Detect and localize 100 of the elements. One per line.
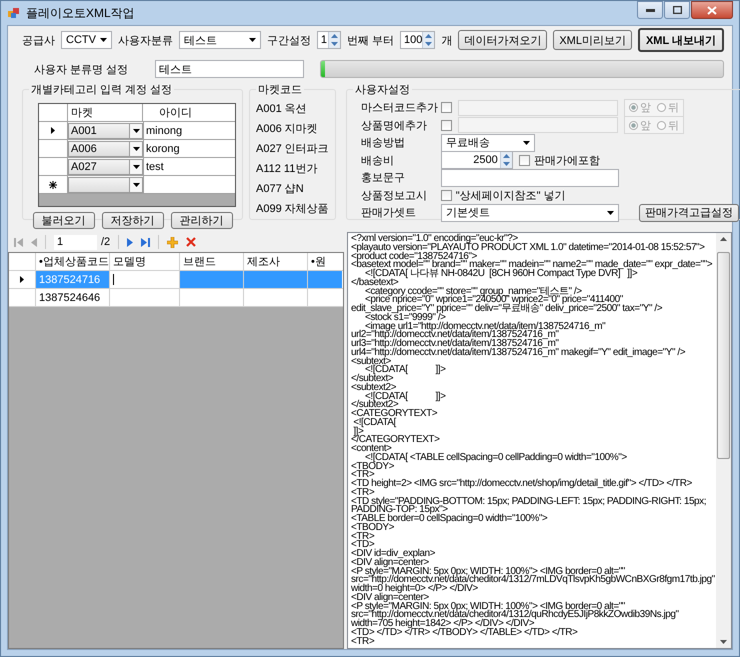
app-icon	[7, 6, 21, 20]
xml-line: <content>	[351, 445, 392, 454]
add-icon[interactable]	[167, 236, 178, 248]
toolbar-button[interactable]: XML 내보내기	[638, 28, 724, 52]
checkbox[interactable]	[440, 102, 452, 113]
caret-icon	[606, 210, 614, 214]
caret-icon	[132, 146, 140, 150]
first-icon[interactable]	[14, 238, 23, 246]
xml-line: src="http://domecctv.net/data/cheditor4/1312/7mLDVqTlsvpKh5gbWCnBXGr8fgm17tb.jpg"	[351, 576, 716, 585]
table-cell[interactable]: minong	[144, 122, 216, 139]
caret-icon	[522, 140, 530, 144]
setting-label: 상품정보고시	[360, 188, 428, 202]
category-name-field[interactable]: 테스트	[155, 60, 304, 78]
shipping-fee-spinner[interactable]: 2500	[440, 151, 513, 169]
promo-text-field[interactable]	[440, 168, 619, 186]
minimize-button[interactable]	[637, 1, 663, 19]
column-header[interactable]: •업체상품코드	[36, 253, 110, 270]
checkbox[interactable]: 판매가에포함	[518, 152, 600, 168]
scrollbar-thumb[interactable]	[717, 252, 730, 459]
market-dropdown[interactable]: A027	[68, 158, 143, 174]
xml-line: <DIV align=center>	[351, 558, 429, 568]
window-title: 플레이오토XML작업	[26, 4, 135, 22]
xml-line: <?xml version="1.0" encoding="euc-kr"?>	[351, 235, 518, 244]
xml-line: <DIV id=div_explan>	[351, 550, 436, 559]
table-cell[interactable]	[308, 271, 342, 288]
xml-line: width=0 height=0> </P> </DIV>	[351, 585, 478, 594]
prefix-field[interactable]	[458, 100, 618, 116]
maximize-button[interactable]	[664, 1, 690, 19]
scroll-up-icon[interactable]	[720, 237, 727, 241]
supplier-dropdown[interactable]: CCTV	[61, 31, 112, 49]
price-settings-button[interactable]: 판매가격고급설정	[638, 204, 739, 222]
scrollbar[interactable]	[716, 233, 731, 648]
position-field[interactable]: 1	[54, 234, 97, 250]
table-cell[interactable]: test	[144, 158, 216, 175]
range-label: 구간설정	[266, 34, 311, 48]
previous-icon[interactable]	[31, 238, 37, 246]
market-code-text: A112 11번가	[256, 162, 318, 177]
scroll-down-icon[interactable]	[720, 640, 727, 644]
xml-line: <price nprice="0" wprice1="240500" wprice2="0" price="411400"	[364, 296, 623, 305]
minimize-icon	[646, 8, 654, 12]
xml-line: <subtext>	[351, 358, 391, 366]
maximize-icon	[672, 6, 682, 14]
last-icon[interactable]	[141, 238, 150, 246]
xml-line: <TR>	[351, 532, 376, 542]
setting-label: 상품명에추가	[360, 118, 428, 132]
market-code-text: A099 자체상품	[256, 202, 329, 217]
toolbar-button[interactable]: 데이터가져오기	[458, 30, 548, 50]
caret-icon	[100, 38, 107, 42]
xml-line: <![CDATA[ ]]>	[364, 392, 447, 402]
xml-line: <DIV align=center>	[351, 594, 429, 602]
xml-line: <CATEGORYTEXT>	[351, 410, 438, 419]
category-name-label: 사용자 분류명 설정	[33, 62, 130, 76]
setting-label: 판매가셋트	[360, 206, 417, 220]
xml-line: <TABLE border=0 cellSpacing=0 width="100%">	[351, 515, 548, 524]
market-dropdown[interactable]: A001	[68, 122, 143, 138]
group-title: 개별카테고리 입력 계정 설정	[30, 83, 174, 97]
xml-line: <TD height=2> <IMG src="http://domecctv.net/shop/img/detail_title.gif"> </TD> </TR>	[351, 480, 693, 489]
xml-line: <TD>	[351, 541, 374, 550]
table-cell[interactable]	[180, 271, 244, 288]
xml-line: </subtext2>	[351, 401, 398, 410]
xml-line: <![CDATA[ 나다뷰 NH-0842U [8CH 960H Compact Type DVR] ]]>	[364, 270, 638, 279]
prefix-field[interactable]	[458, 117, 618, 133]
xml-line: edit_slave_price="Y" pprice="" deliv="무료배송" deliv_price="2500" tax="Y" />	[351, 305, 664, 314]
xml-line: </basetext>	[351, 278, 398, 288]
xml-line: <TR>	[351, 471, 374, 480]
xml-line: <subtext2>	[351, 384, 396, 392]
page-count-text: /2	[101, 236, 110, 248]
toolbar-button[interactable]: XML미리보기	[553, 30, 632, 50]
range-count-spinner[interactable]: 100	[400, 31, 436, 49]
column-header[interactable]: 아이디	[143, 104, 215, 121]
shipping-method-dropdown[interactable]: 무료배송	[440, 134, 535, 152]
market-code-text: A077 샵N	[256, 182, 305, 197]
table-cell[interactable]: korong	[144, 140, 216, 157]
new-row-icon	[49, 180, 57, 188]
caret-icon	[132, 164, 140, 168]
xml-line: PADDING-TOP: 15px">	[351, 506, 448, 515]
next-icon[interactable]	[127, 238, 134, 246]
xml-line: url3="http://domecctv.net/data/item/1387524716_m"	[351, 340, 560, 349]
market-code-text: A001 옥션	[256, 102, 308, 117]
group-button[interactable]: 저장하기	[102, 212, 164, 229]
close-button[interactable]	[691, 1, 733, 19]
category-dropdown[interactable]: 테스트	[178, 31, 261, 49]
delete-icon[interactable]	[186, 237, 196, 247]
setting-label: 배송비	[360, 154, 395, 168]
market-dropdown[interactable]: A006	[68, 140, 143, 156]
group-button[interactable]: 관리하기	[170, 212, 232, 229]
close-icon	[707, 6, 717, 14]
column-header[interactable]: 제조사	[244, 253, 308, 270]
price-set-dropdown[interactable]: 기본셋트	[440, 204, 619, 222]
xml-line: url2="http://domecctv.net/data/item/1387524716_m"	[351, 331, 559, 340]
checkbox[interactable]: "상세페이지참조" 넣기	[440, 188, 566, 202]
range-start-spinner[interactable]: 1	[316, 31, 341, 49]
column-header[interactable]: 마켓	[68, 104, 143, 121]
checkbox[interactable]	[440, 120, 452, 130]
group-button[interactable]: 불러오기	[32, 212, 94, 229]
table-cell[interactable]	[244, 271, 308, 288]
current-row-icon	[20, 276, 24, 283]
xml-line: <stock s1="9999" />	[364, 314, 446, 322]
xml-preview-box[interactable]	[347, 232, 732, 649]
count-unit-label: 개	[441, 34, 452, 48]
